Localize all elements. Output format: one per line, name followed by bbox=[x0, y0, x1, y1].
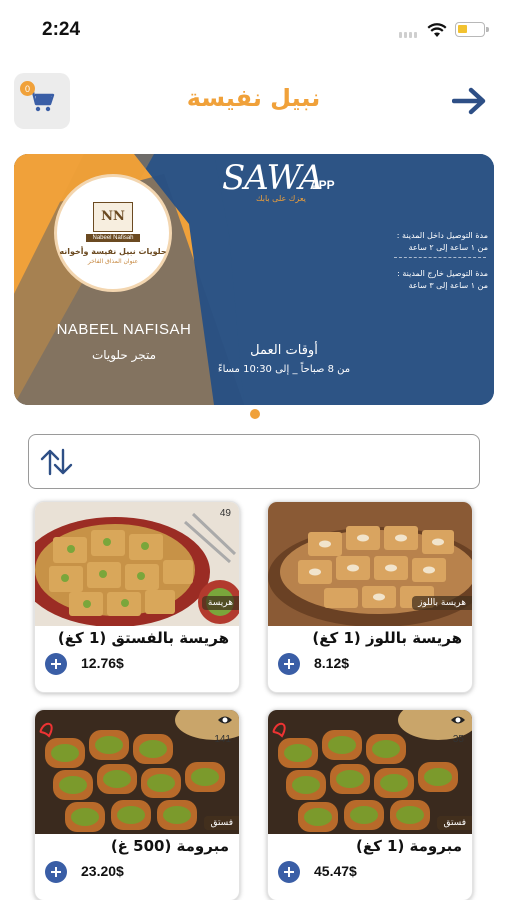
product-card[interactable]: 49 هريسة هريسة بالفستق (1 كغ) 12.76$ bbox=[34, 501, 240, 693]
status-time: 2:24 bbox=[42, 19, 81, 40]
logo-ribbon: Nabeel Nafisah bbox=[86, 233, 140, 242]
product-price: 23.20$ bbox=[81, 863, 124, 879]
product-card[interactable]: 141 فستق مبرومة (500 غ) 23.20$ bbox=[34, 709, 240, 900]
arrow-right-icon bbox=[452, 87, 486, 115]
category-tag: فستق bbox=[204, 816, 239, 830]
page-title: نبيل نفيسة bbox=[186, 84, 321, 112]
delivery-divider bbox=[394, 257, 486, 258]
cellular-signal-icon bbox=[399, 30, 419, 38]
back-button[interactable] bbox=[450, 84, 490, 118]
store-logo: NN Nabeel Nafisah حلويات نبيل نفيسة وأخو… bbox=[54, 174, 172, 292]
working-hours-title: أوقات العمل bbox=[250, 343, 318, 358]
plus-icon bbox=[284, 659, 294, 669]
sawa-app-logo: SAWA APP يعزك على بابك bbox=[222, 158, 335, 203]
view-count: 49 bbox=[219, 508, 231, 519]
status-bar: 2:24 bbox=[0, 0, 507, 58]
plus-icon bbox=[284, 867, 294, 877]
nn-logo-mark: NN bbox=[93, 201, 133, 232]
plus-icon bbox=[51, 659, 61, 669]
eye-icon bbox=[451, 716, 465, 724]
delivery-inside-city: مدة التوصيل داخل المدينة : من ١ ساعة إلى… bbox=[396, 231, 488, 252]
working-hours-range: من 8 صباحاً _ إلى 10:30 مساءً bbox=[217, 364, 351, 375]
product-price: 12.76$ bbox=[81, 655, 124, 671]
category-tag: هريسة باللوز bbox=[412, 596, 472, 610]
product-name: مبرومة (500 غ) bbox=[110, 837, 229, 855]
product-name: مبرومة (1 كغ) bbox=[355, 837, 462, 855]
category-tag: فستق bbox=[437, 816, 472, 830]
product-card[interactable]: 35 فستق مبرومة (1 كغ) 45.47$ bbox=[267, 709, 473, 900]
product-price: 8.12$ bbox=[314, 655, 350, 671]
eye-icon bbox=[218, 716, 232, 724]
add-to-cart-button[interactable] bbox=[45, 653, 67, 675]
product-name: هريسة بالفستق (1 كغ) bbox=[57, 629, 229, 647]
store-name-en: NABEEL NAFISAH bbox=[56, 321, 192, 338]
category-tag: هريسة bbox=[201, 596, 239, 610]
carousel-page-indicator[interactable] bbox=[250, 409, 260, 419]
product-card[interactable]: هريسة باللوز هريسة باللوز (1 كغ) 8.12$ bbox=[267, 501, 473, 693]
logo-line-2: عنوان المذاق الفاخر bbox=[87, 257, 139, 265]
product-price: 45.47$ bbox=[314, 863, 357, 879]
view-count: 35 bbox=[452, 734, 464, 745]
battery-icon bbox=[455, 22, 489, 37]
store-banner[interactable]: SAWA APP يعزك على بابك NN Nabeel Nafisah… bbox=[14, 154, 494, 405]
logo-line-1: حلويات نبيل نفيسة وأخوانه bbox=[59, 246, 167, 256]
add-to-cart-button[interactable] bbox=[278, 653, 300, 675]
product-name: هريسة باللوز (1 كغ) bbox=[312, 629, 462, 647]
store-type: متجر حلويات bbox=[91, 348, 157, 362]
sort-bar[interactable] bbox=[28, 434, 480, 489]
wifi-icon bbox=[427, 23, 447, 37]
view-count: 141 bbox=[214, 734, 231, 745]
add-to-cart-button[interactable] bbox=[45, 861, 67, 883]
plus-icon bbox=[51, 867, 61, 877]
add-to-cart-button[interactable] bbox=[278, 861, 300, 883]
sort-icon[interactable] bbox=[39, 447, 75, 477]
delivery-outside-city: مدة التوصيل خارج المدينة : من ١ ساعة إلى… bbox=[397, 269, 488, 290]
